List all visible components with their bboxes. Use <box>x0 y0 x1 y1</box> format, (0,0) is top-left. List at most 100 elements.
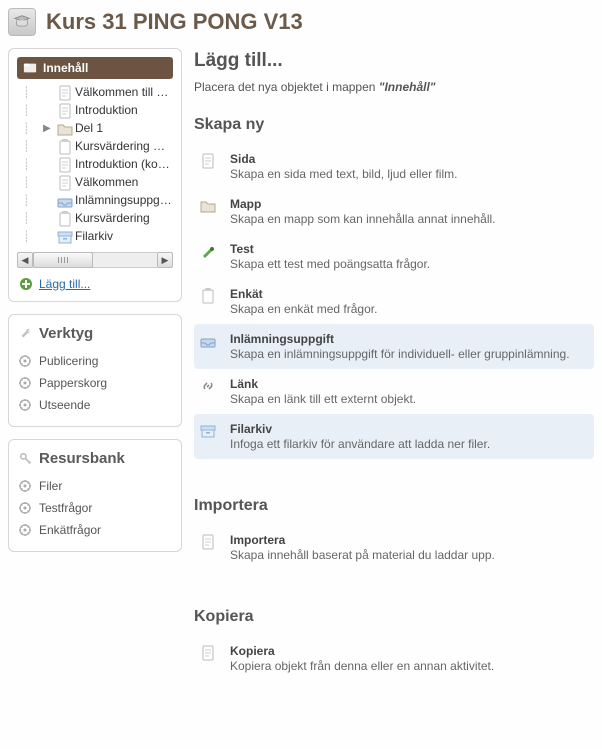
create-option[interactable]: MappSkapa en mapp som kan innehålla anna… <box>194 189 594 234</box>
gear-icon <box>19 399 31 411</box>
tree-item[interactable]: ┊ Välkommen till kurser <box>17 83 173 101</box>
page-title: Kurs 31 PING PONG V13 <box>46 9 303 35</box>
page-icon <box>200 153 218 171</box>
tree-item[interactable]: ┊Kursvärdering <box>17 209 173 227</box>
tools-panel: Verktyg Publicering Papperskorg Utseende <box>8 314 182 427</box>
option-title: Importera <box>230 533 495 547</box>
tools-item[interactable]: Publicering <box>17 350 173 372</box>
link-icon <box>200 378 218 396</box>
add-link[interactable]: Lägg till... <box>39 277 90 291</box>
gear-icon <box>19 377 31 389</box>
create-option[interactable]: SidaSkapa en sida med text, bild, ljud e… <box>194 144 594 189</box>
option-description: Skapa en mapp som kan innehålla annat in… <box>230 212 496 226</box>
page-header: Kurs 31 PING PONG V13 <box>8 6 594 38</box>
scroll-right-button[interactable]: ▶ <box>157 252 173 268</box>
tree-item-label: Del 1 <box>75 121 103 135</box>
side-item-label: Publicering <box>39 354 98 368</box>
archive-icon <box>200 423 218 441</box>
tree-item[interactable]: ┊ ▶ Del 1 <box>17 119 173 137</box>
tools-title: Verktyg <box>39 325 93 342</box>
folder-icon <box>57 121 71 135</box>
tree-guide: ┊ <box>23 158 39 171</box>
side-item-label: Papperskorg <box>39 376 107 390</box>
tree-guide: ┊ <box>23 86 39 99</box>
test-icon <box>200 243 218 261</box>
resource-panel: Resursbank Filer Testfrågor Enkätfrågor <box>8 439 182 552</box>
tree-item-label: Filarkiv <box>75 229 113 243</box>
option-title: Enkät <box>230 287 377 301</box>
tree-item-label: Introduktion <box>75 103 138 117</box>
resource-title: Resursbank <box>39 450 125 467</box>
expand-icon[interactable]: ▶ <box>43 123 53 134</box>
tree-guide: ┊ <box>23 122 39 135</box>
option-description: Skapa en enkät med frågor. <box>230 302 377 316</box>
tree-guide: ┊ <box>23 176 39 189</box>
side-item-label: Testfrågor <box>39 501 92 515</box>
scroll-left-button[interactable]: ◀ <box>17 252 33 268</box>
resource-item[interactable]: Enkätfrågor <box>17 519 173 541</box>
tree-guide: ┊ <box>23 140 39 153</box>
clipboard-icon <box>57 211 71 225</box>
tree-item[interactable]: ┊ Filarkiv <box>17 227 173 245</box>
clipboard-icon <box>57 139 71 153</box>
option-title: Kopiera <box>230 644 494 658</box>
gear-icon <box>19 502 31 514</box>
option-description: Skapa ett test med poängsatta frågor. <box>230 257 430 271</box>
tools-item[interactable]: Utseende <box>17 394 173 416</box>
option-title: Inlämningsuppgift <box>230 332 570 346</box>
side-item-label: Enkätfrågor <box>39 523 101 537</box>
tree-item-label: Välkommen till kurser <box>75 85 173 99</box>
clipboard-icon <box>200 288 218 306</box>
tree-item[interactable]: ┊ Kursvärdering V2013 <box>17 137 173 155</box>
create-option[interactable]: LänkSkapa en länk till ett externt objek… <box>194 369 594 414</box>
create-option[interactable]: EnkätSkapa en enkät med frågor. <box>194 279 594 324</box>
tools-item[interactable]: Papperskorg <box>17 372 173 394</box>
tree-panel: Innehåll ┊ Välkommen till kurser ┊ Introduk… <box>8 48 182 302</box>
option-title: Länk <box>230 377 416 391</box>
gear-icon <box>19 480 31 492</box>
folder-icon <box>23 61 37 75</box>
section-create-title: Skapa ny <box>194 116 594 134</box>
key-icon <box>19 452 33 466</box>
import-option[interactable]: ImporteraSkapa innehåll baserat på mater… <box>194 525 594 570</box>
option-title: Mapp <box>230 197 496 211</box>
create-option[interactable]: InlämningsuppgiftSkapa en inlämningsuppg… <box>194 324 594 369</box>
tree-root-label: Innehåll <box>43 61 88 75</box>
scroll-track[interactable] <box>33 252 157 268</box>
tree-guide: ┊ <box>23 104 39 117</box>
inbox-icon <box>57 193 71 207</box>
tree-root[interactable]: Innehåll <box>17 57 173 79</box>
tree-item-label: Kursvärdering V2013 <box>75 139 173 153</box>
gear-icon <box>19 355 31 367</box>
option-title: Test <box>230 242 430 256</box>
tree-item-label: Introduktion (kopia) <box>75 157 173 171</box>
tree-item[interactable]: ┊ Välkommen <box>17 173 173 191</box>
create-option[interactable]: FilarkivInfoga ett filarkiv för användar… <box>194 414 594 459</box>
tree-item[interactable]: ┊Inlämningsuppgift 2 <box>17 191 173 209</box>
resource-item[interactable]: Testfrågor <box>17 497 173 519</box>
main-title: Lägg till... <box>194 50 594 72</box>
tree-item-label: Välkommen <box>75 175 138 189</box>
scroll-thumb[interactable] <box>33 252 93 268</box>
page-icon <box>200 534 218 552</box>
create-option[interactable]: TestSkapa ett test med poängsatta frågor… <box>194 234 594 279</box>
plus-icon <box>19 277 33 291</box>
wrench-icon <box>19 327 33 341</box>
page-icon <box>57 157 71 171</box>
tree-item[interactable]: ┊ Introduktion (kopia) <box>17 155 173 173</box>
tree-item-label: Kursvärdering <box>75 211 150 225</box>
course-icon <box>8 8 36 36</box>
option-description: Infoga ett filarkiv för användare att la… <box>230 437 490 451</box>
add-link-row[interactable]: Lägg till... <box>17 277 173 291</box>
page-icon <box>200 645 218 663</box>
inbox-icon <box>200 333 218 351</box>
copy-option[interactable]: KopieraKopiera objekt från denna eller e… <box>194 636 594 681</box>
tree-guide: ┊ <box>23 230 39 243</box>
option-description: Skapa en inlämningsuppgift för individue… <box>230 347 570 361</box>
section-import-title: Importera <box>194 497 594 515</box>
folder-icon <box>200 198 218 216</box>
tree-guide: ┊ <box>23 194 39 207</box>
tree-item[interactable]: ┊ Introduktion <box>17 101 173 119</box>
horizontal-scrollbar[interactable]: ◀ ▶ <box>17 251 173 269</box>
resource-item[interactable]: Filer <box>17 475 173 497</box>
